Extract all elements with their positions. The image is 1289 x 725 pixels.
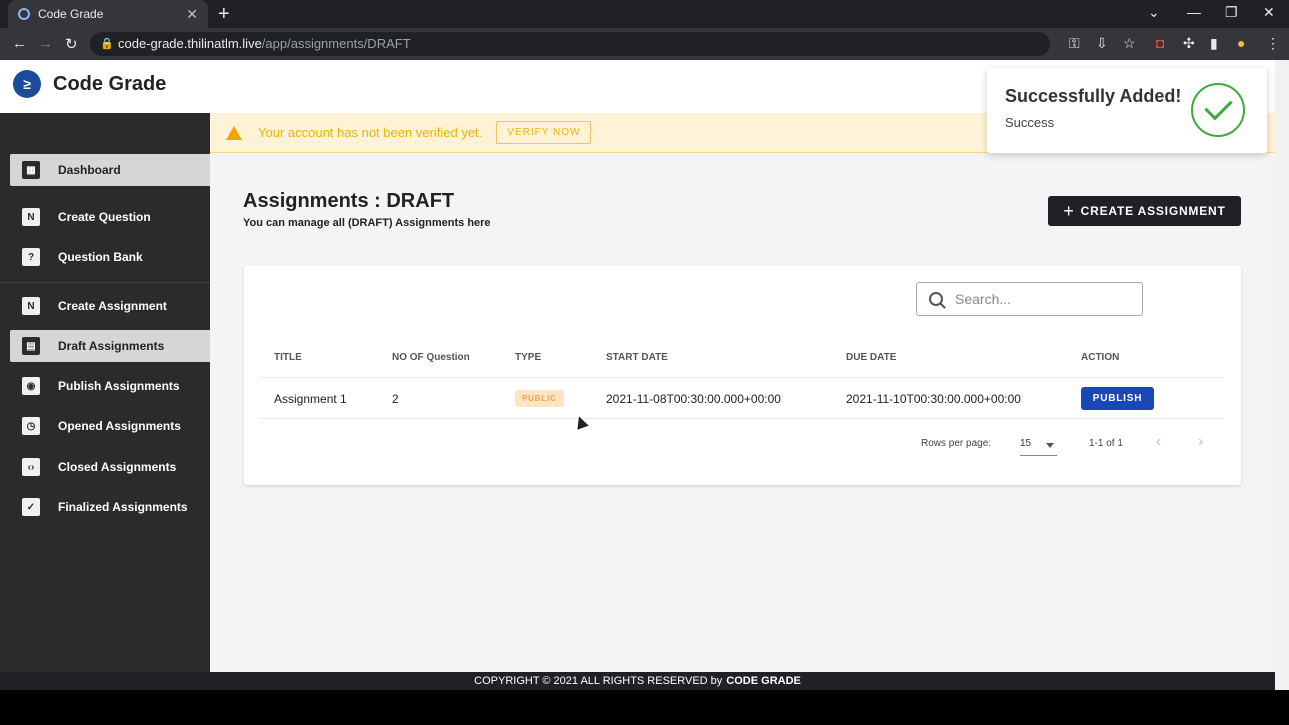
sidebar-item-label: Finalized Assignments	[58, 500, 188, 514]
url-bar[interactable]: 🔒 code-grade.thilinatlm.live/app/assignm…	[90, 32, 1050, 56]
rows-per-page-label: Rows per page:	[921, 438, 992, 449]
app-viewport: ≥ Code Grade ▦ Dashboard N Create Questi…	[0, 60, 1289, 690]
reload-icon[interactable]: ↻	[65, 35, 78, 53]
sidebar-divider	[0, 282, 210, 283]
column-header-due-date[interactable]: DUE DATE	[846, 352, 896, 363]
previous-page-icon[interactable]: ‹	[1156, 433, 1161, 451]
warning-message: Your account has not been verified yet.	[258, 125, 483, 140]
profile-avatar-icon[interactable]: ●	[1237, 35, 1245, 51]
dropdown-caret-icon	[1046, 443, 1054, 448]
pagination-range: 1-1 of 1	[1089, 438, 1123, 449]
extensions-icon[interactable]: ✣	[1183, 35, 1195, 52]
forward-icon[interactable]: →	[38, 35, 53, 52]
page-title: Assignments : DRAFT	[243, 190, 455, 212]
logo-icon[interactable]: ≥	[13, 70, 41, 98]
sidebar-item-label: Closed Assignments	[58, 460, 177, 474]
sidebar-item-create-assignment[interactable]: N Create Assignment	[10, 290, 210, 322]
create-assignment-button[interactable]: + CREATE ASSIGNMENT	[1048, 196, 1241, 226]
footer-brand: CODE GRADE	[726, 675, 801, 687]
document-check-icon: ✓	[22, 498, 40, 516]
browser-tab-strip: Code Grade ✕ + ⌄ — ❐ ✕	[0, 0, 1289, 28]
create-assignment-label: CREATE ASSIGNMENT	[1080, 204, 1226, 218]
assignments-table-card: TITLE NO OF Question TYPE START DATE DUE…	[244, 266, 1241, 485]
sidebar: ▦ Dashboard N Create Question ? Question…	[0, 113, 210, 673]
url-path: /app/assignments/DRAFT	[261, 36, 411, 51]
sidebar-item-finalized-assignments[interactable]: ✓ Finalized Assignments	[10, 491, 210, 523]
page-subtitle: You can manage all (DRAFT) Assignments h…	[243, 217, 491, 229]
cell-question-count: 2	[392, 392, 399, 406]
sidebar-item-label: Draft Assignments	[58, 339, 165, 353]
toast-title: Successfully Added!	[1005, 86, 1182, 106]
sidepanel-icon[interactable]: ▮	[1210, 35, 1218, 52]
new-icon: N	[22, 297, 40, 315]
browser-tab[interactable]: Code Grade ✕	[8, 0, 208, 28]
header-divider	[261, 377, 1224, 378]
back-icon[interactable]: ←	[12, 35, 27, 52]
question-icon: ?	[22, 248, 40, 266]
column-header-type[interactable]: TYPE	[515, 352, 541, 363]
star-icon[interactable]: ☆	[1123, 35, 1136, 52]
warning-icon	[226, 125, 242, 140]
menu-icon[interactable]: ⋮	[1266, 35, 1280, 52]
toast-subtitle: Success	[1005, 115, 1055, 130]
lock-icon: 🔒	[100, 38, 114, 50]
sidebar-item-label: Dashboard	[58, 163, 121, 177]
plus-icon: +	[1063, 200, 1075, 221]
success-toast: Successfully Added! Success	[987, 68, 1267, 153]
sidebar-item-create-question[interactable]: N Create Question	[10, 201, 210, 233]
cell-title: Assignment 1	[274, 392, 347, 406]
document-clock-icon: ◷	[22, 417, 40, 435]
close-window-icon[interactable]: ✕	[1263, 4, 1275, 21]
key-icon[interactable]: ⚿	[1069, 35, 1080, 52]
verify-now-button[interactable]: VERIFY NOW	[496, 121, 592, 144]
type-badge: PUBLIC	[515, 390, 564, 407]
document-icon: ▤	[22, 337, 40, 355]
cell-due-date: 2021-11-10T00:30:00.000+00:00	[846, 392, 1021, 406]
restore-icon[interactable]: ❐	[1225, 4, 1238, 21]
search-field[interactable]	[916, 282, 1143, 316]
sidebar-item-label: Publish Assignments	[58, 379, 180, 393]
rows-per-page-select[interactable]: 15	[1020, 434, 1057, 456]
footer-copyright: COPYRIGHT © 2021 ALL RIGHTS RESERVED by	[474, 675, 723, 687]
new-tab-icon[interactable]: +	[218, 3, 230, 26]
close-tab-icon[interactable]: ✕	[186, 6, 198, 23]
tab-title: Code Grade	[38, 7, 104, 21]
search-input[interactable]	[955, 291, 1125, 307]
cell-start-date: 2021-11-08T00:30:00.000+00:00	[606, 392, 781, 406]
pocket-icon[interactable]: ◘	[1156, 35, 1164, 51]
column-header-action: ACTION	[1081, 352, 1120, 363]
dashboard-icon: ▦	[22, 161, 40, 179]
publish-button[interactable]: PUBLISH	[1081, 387, 1154, 410]
document-eye-icon: ◉	[22, 377, 40, 395]
tab-favicon-icon	[18, 8, 30, 20]
minimize-icon[interactable]: —	[1187, 4, 1201, 20]
url-host: code-grade.thilinatlm.live	[118, 36, 262, 51]
app-title[interactable]: Code Grade	[53, 73, 166, 96]
rows-per-page-value: 15	[1020, 438, 1032, 449]
sidebar-item-label: Create Assignment	[58, 299, 167, 313]
sidebar-item-label: Question Bank	[58, 250, 143, 264]
page-scrollbar[interactable]	[1275, 60, 1289, 690]
search-icon	[929, 292, 943, 306]
sidebar-item-draft-assignments[interactable]: ▤ Draft Assignments	[10, 330, 210, 362]
install-icon[interactable]: ⇩	[1096, 35, 1108, 52]
footer: COPYRIGHT © 2021 ALL RIGHTS RESERVED by …	[0, 672, 1275, 690]
success-check-icon	[1191, 83, 1245, 137]
column-header-question-count[interactable]: NO OF Question	[392, 352, 470, 363]
sidebar-item-label: Create Question	[58, 210, 151, 224]
new-icon: N	[22, 208, 40, 226]
tab-search-icon[interactable]: ⌄	[1148, 4, 1160, 21]
column-header-title[interactable]: TITLE	[274, 352, 302, 363]
document-code-icon: ‹›	[22, 458, 40, 476]
sidebar-item-closed-assignments[interactable]: ‹› Closed Assignments	[10, 451, 210, 483]
next-page-icon[interactable]: ›	[1198, 433, 1203, 451]
sidebar-item-publish-assignments[interactable]: ◉ Publish Assignments	[10, 370, 210, 402]
sidebar-item-dashboard[interactable]: ▦ Dashboard	[10, 154, 210, 186]
column-header-start-date[interactable]: START DATE	[606, 352, 668, 363]
sidebar-item-opened-assignments[interactable]: ◷ Opened Assignments	[10, 410, 210, 442]
sidebar-item-label: Opened Assignments	[58, 419, 181, 433]
row-divider	[261, 418, 1224, 419]
sidebar-item-question-bank[interactable]: ? Question Bank	[10, 241, 210, 273]
address-toolbar: ← → ↻ 🔒 code-grade.thilinatlm.live/app/a…	[0, 28, 1289, 60]
